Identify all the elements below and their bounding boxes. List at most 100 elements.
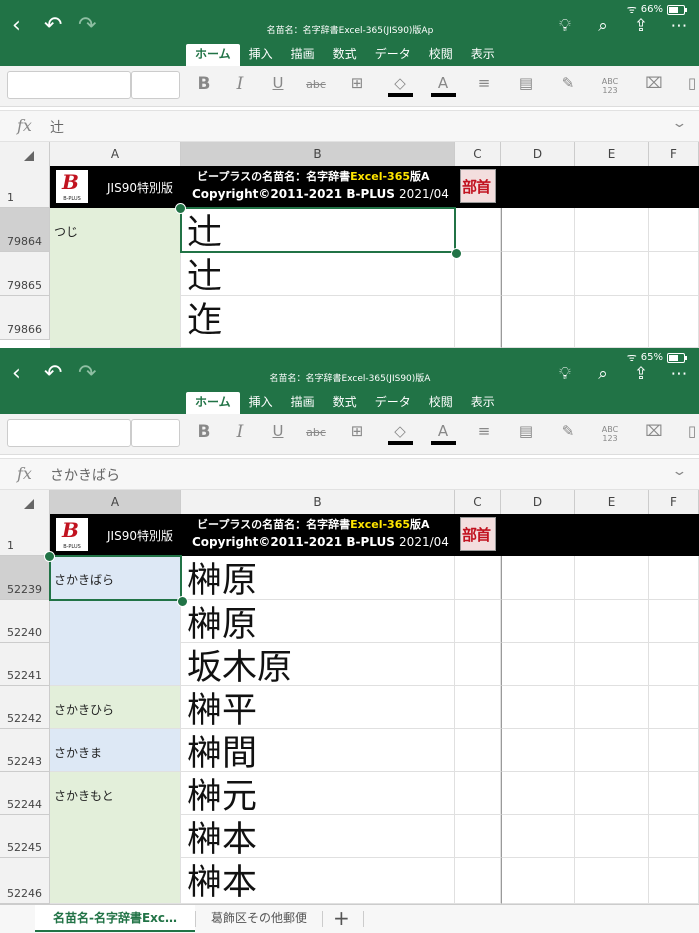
clear-format-icon[interactable]: ⌧ — [640, 422, 668, 440]
cell-b-kanji[interactable]: 榊原 — [181, 600, 455, 643]
bushu-button[interactable]: 部首 — [460, 169, 496, 203]
cell[interactable] — [649, 208, 699, 252]
column-header-a[interactable]: A — [50, 490, 181, 514]
cell[interactable] — [649, 815, 699, 858]
cell-b-kanji[interactable]: 榊平 — [181, 686, 455, 729]
tab-data[interactable]: データ — [366, 44, 420, 66]
tab-home[interactable]: ホーム — [186, 392, 240, 414]
cell-b-kanji[interactable]: 榊元 — [181, 772, 455, 815]
column-header-d[interactable]: D — [501, 490, 575, 514]
row-header[interactable]: 79864 — [0, 208, 50, 252]
font-size-box[interactable] — [131, 419, 180, 447]
tab-insert[interactable]: 挿入 — [240, 392, 282, 414]
more-icon[interactable]: ⋯ — [669, 16, 689, 36]
more-ribbon-icon[interactable]: ▯ — [678, 74, 699, 92]
cell[interactable] — [649, 858, 699, 904]
cell[interactable] — [575, 772, 649, 815]
sheet-tab-active[interactable]: 名苗名-名字辞書Exc… — [35, 905, 195, 932]
row-header[interactable]: 52243 — [0, 729, 50, 772]
clear-format-icon[interactable]: ⌧ — [640, 74, 668, 92]
cell[interactable] — [575, 729, 649, 772]
tab-formulas[interactable]: 数式 — [324, 44, 366, 66]
cell[interactable] — [455, 556, 501, 600]
spelling-icon[interactable]: ABC 123 — [596, 77, 624, 95]
cell-b-kanji[interactable]: 辻 — [181, 208, 455, 252]
row-header[interactable]: 52246 — [0, 858, 50, 904]
formula-value[interactable]: さかきばら — [50, 465, 120, 485]
row-header[interactable]: 52242 — [0, 686, 50, 729]
cell-b-kanji[interactable]: 坂木原 — [181, 643, 455, 686]
search-icon[interactable]: ⌕ — [593, 364, 613, 384]
cell[interactable] — [649, 252, 699, 296]
row-header[interactable]: 52244 — [0, 772, 50, 815]
back-icon[interactable]: ‹ — [12, 362, 21, 386]
selection-handle[interactable] — [175, 203, 186, 214]
cell[interactable] — [575, 686, 649, 729]
cell-a-reading[interactable]: さかきひら — [50, 686, 181, 729]
row-header[interactable]: 52241 — [0, 643, 50, 686]
font-size-box[interactable] — [131, 71, 180, 99]
cell[interactable] — [649, 772, 699, 815]
cell[interactable] — [501, 556, 575, 600]
cell[interactable] — [501, 296, 575, 348]
format-cells-icon[interactable]: ▤ — [512, 422, 540, 440]
select-all-corner[interactable] — [0, 142, 50, 166]
cell-a-reading[interactable]: つじ — [50, 208, 181, 348]
column-header-f[interactable]: F — [649, 142, 699, 166]
column-header-b[interactable]: B — [181, 490, 455, 514]
cell[interactable] — [575, 296, 649, 348]
format-painter-icon[interactable]: ✎ — [554, 74, 582, 92]
strikethrough-button[interactable]: abc — [302, 426, 330, 439]
cell[interactable] — [455, 296, 501, 348]
column-header-b[interactable]: B — [181, 142, 455, 166]
cell[interactable] — [501, 686, 575, 729]
cell[interactable] — [455, 686, 501, 729]
cell[interactable] — [575, 252, 649, 296]
font-name-box[interactable] — [7, 419, 131, 447]
cell[interactable] — [575, 208, 649, 252]
font-name-box[interactable] — [7, 71, 131, 99]
tab-review[interactable]: 校閲 — [420, 392, 462, 414]
share-icon[interactable]: ⇪ — [631, 364, 651, 384]
add-sheet-button[interactable]: + — [333, 906, 350, 930]
cell[interactable] — [501, 643, 575, 686]
cell[interactable] — [455, 643, 501, 686]
row-header[interactable]: 52240 — [0, 600, 50, 643]
formula-bar[interactable]: fx 辻 ⌄ — [0, 110, 699, 142]
row-header[interactable]: 79866 — [0, 296, 50, 340]
lightbulb-icon[interactable]: 💡︎ — [555, 364, 575, 384]
cell[interactable] — [575, 600, 649, 643]
cell[interactable] — [455, 208, 501, 252]
chevron-down-icon[interactable]: ⌄ — [671, 464, 687, 479]
cell[interactable] — [455, 729, 501, 772]
cell-b-kanji[interactable]: 榊本 — [181, 858, 455, 904]
redo-icon[interactable]: ↷ — [78, 362, 96, 386]
tab-view[interactable]: 表示 — [462, 392, 504, 414]
cell[interactable] — [501, 252, 575, 296]
select-all-corner[interactable] — [0, 490, 50, 514]
borders-icon[interactable]: ⊞ — [343, 422, 371, 440]
cell[interactable] — [455, 600, 501, 643]
cell[interactable] — [455, 252, 501, 296]
tab-insert[interactable]: 挿入 — [240, 44, 282, 66]
tab-draw[interactable]: 描画 — [282, 44, 324, 66]
row-header[interactable]: 52245 — [0, 815, 50, 858]
cell-a-reading[interactable]: さかきま — [50, 729, 181, 772]
selection-handle[interactable] — [44, 551, 55, 562]
tab-review[interactable]: 校閲 — [420, 44, 462, 66]
bushu-button[interactable]: 部首 — [460, 517, 496, 551]
cell[interactable] — [575, 815, 649, 858]
cell[interactable] — [649, 686, 699, 729]
tab-formulas[interactable]: 数式 — [324, 392, 366, 414]
row-header[interactable]: 52239 — [0, 556, 50, 600]
cell-a-reading[interactable]: さかきもと — [50, 772, 181, 904]
align-icon[interactable]: ≡ — [470, 422, 498, 440]
share-icon[interactable]: ⇪ — [631, 16, 651, 36]
cell[interactable] — [649, 729, 699, 772]
cell[interactable] — [575, 556, 649, 600]
column-header-f[interactable]: F — [649, 490, 699, 514]
cell[interactable] — [501, 772, 575, 815]
back-icon[interactable]: ‹ — [12, 14, 21, 38]
align-icon[interactable]: ≡ — [470, 74, 498, 92]
selection-handle[interactable] — [177, 596, 188, 607]
